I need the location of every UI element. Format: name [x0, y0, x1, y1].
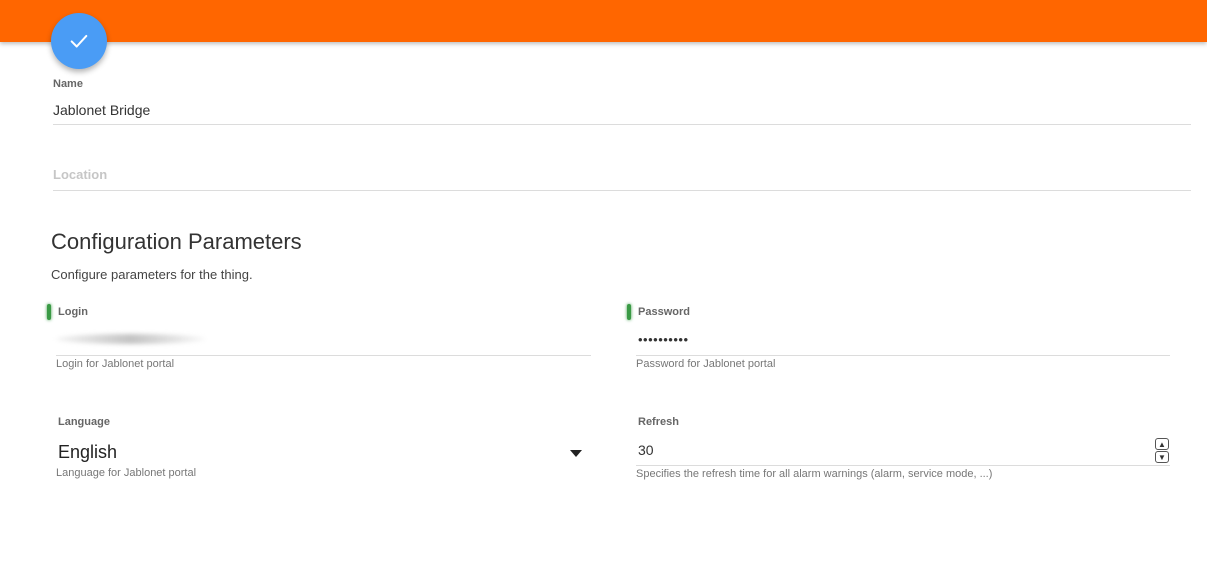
refresh-underline — [636, 465, 1170, 466]
language-helper: Language for Jablonet portal — [56, 467, 197, 479]
location-input[interactable]: Location — [53, 167, 107, 182]
password-helper: Password for Jablonet portal — [636, 358, 776, 370]
language-select[interactable]: English — [58, 442, 117, 463]
refresh-input[interactable]: 30 — [638, 442, 654, 458]
name-input[interactable]: Jablonet Bridge — [53, 102, 150, 118]
language-label: Language — [58, 416, 110, 428]
location-underline — [53, 190, 1191, 191]
login-helper: Login for Jablonet portal — [56, 358, 175, 370]
name-label: Name — [53, 78, 83, 90]
password-label: Password — [638, 306, 690, 318]
top-app-bar — [0, 0, 1207, 42]
password-input[interactable]: •••••••••• — [638, 332, 689, 347]
refresh-label: Refresh — [638, 416, 679, 428]
password-underline — [636, 355, 1170, 356]
chevron-down-icon[interactable] — [570, 450, 582, 457]
login-input[interactable] — [56, 334, 206, 344]
check-icon — [70, 34, 88, 48]
save-button[interactable] — [51, 13, 107, 69]
login-underline — [56, 355, 591, 356]
section-description: Configure parameters for the thing. — [51, 267, 253, 282]
stepper-down-icon[interactable]: ▼ — [1155, 451, 1169, 463]
login-required-indicator — [47, 304, 51, 320]
refresh-stepper[interactable]: ▲ ▼ — [1155, 438, 1169, 464]
login-label: Login — [58, 306, 88, 318]
name-underline — [53, 124, 1191, 125]
refresh-helper: Specifies the refresh time for all alarm… — [636, 468, 993, 480]
stepper-up-icon[interactable]: ▲ — [1155, 438, 1169, 450]
section-title: Configuration Parameters — [51, 229, 302, 254]
password-required-indicator — [627, 304, 631, 320]
